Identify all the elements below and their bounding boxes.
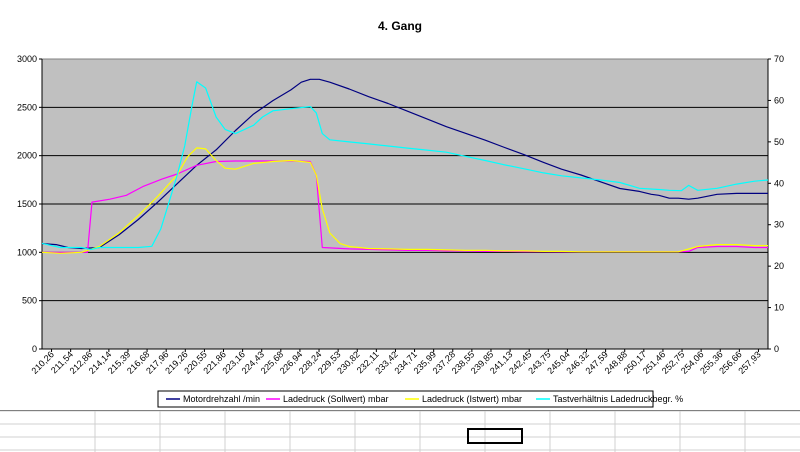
active-cell-selection[interactable]: [467, 428, 523, 444]
y-right-tick-label: 20: [774, 261, 784, 271]
legend-label-2: Ladedruck (Sollwert) mbar: [283, 394, 389, 404]
y-left-tick-label: 2000: [17, 151, 37, 161]
y-left-tick-label: 2500: [17, 102, 37, 112]
y-right-tick-label: 10: [774, 303, 784, 313]
legend: Motordrehzahl /min Ladedruck (Sollwert) m…: [157, 390, 683, 408]
y-left-tick-label: 500: [22, 296, 37, 306]
y-left-tick-label: 0: [32, 344, 37, 354]
y-right-tick-label: 0: [774, 344, 779, 354]
plot-area: [41, 58, 769, 350]
y-left-tick-label: 3000: [17, 54, 37, 64]
legend-label-4: Tastverhältnis Ladedruckbegr. %: [553, 394, 683, 404]
y-right-tick-label: 50: [774, 137, 784, 147]
chart-object[interactable]: 4. Gang 0 500 1000 1500 2000 2500 3000 0 10 20 30 4…: [0, 0, 800, 411]
y-right-tick-label: 40: [774, 178, 784, 188]
y-right-tick-label: 60: [774, 95, 784, 105]
legend-label-1: Motordrehzahl /min: [183, 394, 260, 404]
y-right-tick-label: 30: [774, 220, 784, 230]
legend-label-3: Ladedruck (Istwert) mbar: [422, 394, 522, 404]
chart-title: 4. Gang: [378, 19, 422, 33]
y-left-tick-label: 1500: [17, 199, 37, 209]
line-chart: 4. Gang 0 500 1000 1500 2000 2500 3000 0 10 20 30 4…: [17, 19, 784, 408]
y-left-tick-label: 1000: [17, 247, 37, 257]
y-right-tick-label: 70: [774, 54, 784, 64]
